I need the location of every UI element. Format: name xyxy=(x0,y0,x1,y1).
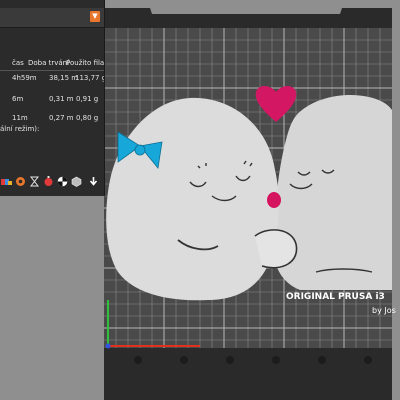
hourglass-icon[interactable] xyxy=(29,176,40,187)
export-arrow-icon[interactable] xyxy=(88,176,99,187)
slice-info-panel: ▼ čas Doba trvání Použito filamentu 4h59… xyxy=(0,0,105,196)
filament-icon[interactable] xyxy=(15,176,26,187)
row-time: 6m xyxy=(12,95,24,103)
panel-header-bar xyxy=(0,8,104,28)
mode-footnote: ální režim): xyxy=(0,125,40,133)
color-change-icon[interactable] xyxy=(1,176,12,187)
row-length: 38,15 m xyxy=(49,74,79,82)
row-weight: 113,77 g xyxy=(75,74,105,82)
bed-label-line1: ORIGINAL PRUSA i3 xyxy=(286,292,385,302)
kiss-mark xyxy=(267,192,281,208)
cube-icon[interactable] xyxy=(71,176,82,187)
row-length: 0,31 m xyxy=(49,95,74,103)
ghost-hug-arms xyxy=(254,229,298,269)
row-weight: 0,91 g xyxy=(76,95,99,103)
header-divider xyxy=(0,70,104,71)
row-time: 11m xyxy=(12,114,28,122)
bed-frame-bottom xyxy=(104,348,392,400)
row-length: 0,27 m xyxy=(49,114,74,122)
checker-icon[interactable] xyxy=(57,176,68,187)
col-header-filament: Použito filamentu xyxy=(66,59,105,67)
timer-icon[interactable] xyxy=(43,176,54,187)
bed-label-line2: by Jos xyxy=(372,306,396,315)
expand-button[interactable]: ▼ xyxy=(90,11,100,22)
view-toolbar xyxy=(0,174,104,192)
col-header-duration: Doba trvání xyxy=(28,59,70,67)
col-header-time: čas xyxy=(12,59,24,67)
row-time: 4h59m xyxy=(12,74,37,82)
row-weight: 0,80 g xyxy=(76,114,99,122)
z-axis-origin xyxy=(105,343,111,349)
chevron-down-icon: ▼ xyxy=(92,12,98,20)
